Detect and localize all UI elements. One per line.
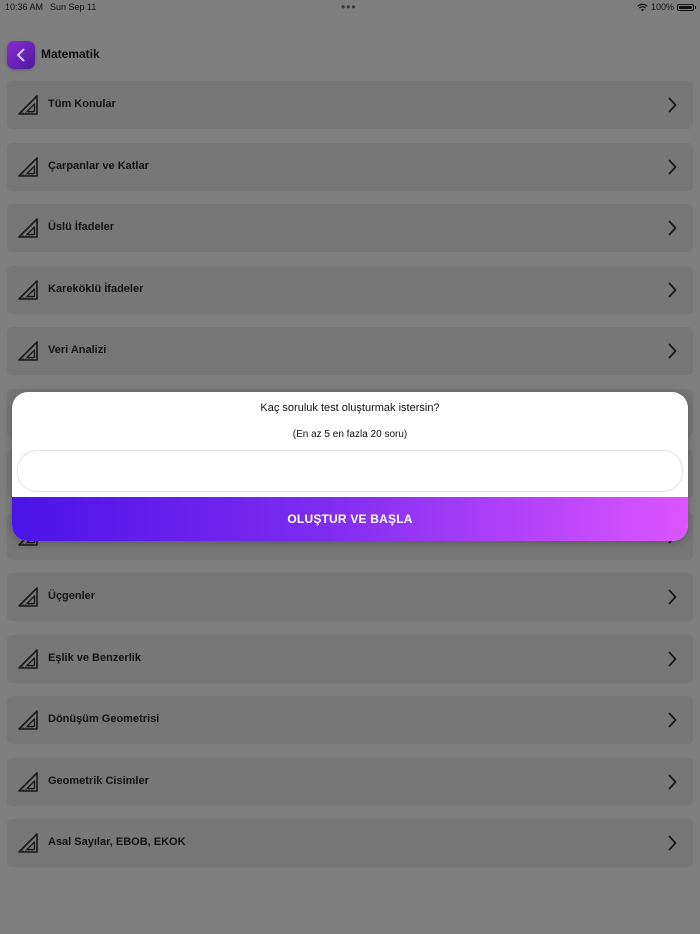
page-title: Matematik: [41, 47, 100, 61]
topic-label: Veri Analizi: [48, 344, 107, 356]
topic-row[interactable]: Üçgenler: [7, 573, 693, 621]
topic-row[interactable]: Üslü İfadeler: [7, 204, 693, 252]
dialog-hint: (En az 5 en fazla 20 soru): [292, 429, 408, 440]
topic-row[interactable]: Dönüşüm Geometrisi: [7, 696, 693, 744]
topic-label: Tüm Konular: [48, 98, 116, 110]
set-square-icon: [18, 156, 38, 177]
status-time: 10:36 AM: [5, 2, 44, 12]
set-square-icon: [18, 95, 38, 115]
chevron-right-icon: [668, 97, 677, 113]
set-square-icon: [18, 341, 38, 361]
set-square-icon: [18, 279, 38, 300]
question-count-input[interactable]: [17, 450, 683, 492]
set-square-icon: [18, 648, 38, 669]
status-bar: 10:36 AM Sun Sep 11 ••• 100%: [0, 0, 700, 16]
question-count-dialog: Kaç soruluk test oluşturmak istersin? (E…: [12, 392, 688, 541]
topic-row[interactable]: Asal Sayılar, EBOB, EKOK: [7, 819, 693, 867]
topic-label: Dönüşüm Geometrisi: [48, 713, 160, 725]
back-button[interactable]: [7, 41, 35, 69]
dialog-question: Kaç soruluk test oluşturmak istersin?: [260, 402, 440, 414]
wifi-icon: [637, 3, 648, 11]
topic-row[interactable]: Çarpanlar ve Katlar: [7, 142, 693, 191]
set-square-icon: [18, 833, 38, 853]
chevron-right-icon: [668, 282, 677, 297]
topic-row[interactable]: Eşlik ve Benzerlik: [7, 634, 693, 683]
topic-label: Asal Sayılar, EBOB, EKOK: [48, 836, 186, 848]
chevron-right-icon: [668, 589, 677, 605]
chevron-left-icon: [17, 48, 25, 62]
topic-label: Üçgenler: [48, 590, 96, 602]
status-indicators: 100%: [637, 2, 696, 12]
chevron-right-icon: [668, 835, 677, 851]
topic-row[interactable]: Geometrik Cisimler: [7, 757, 693, 806]
multitasking-dots-icon[interactable]: •••: [341, 0, 357, 14]
topic-row[interactable]: Kareköklü İfadeler: [7, 265, 693, 314]
topic-label: Kareköklü İfadeler: [48, 282, 144, 295]
chevron-right-icon: [668, 159, 677, 174]
topic-row[interactable]: Veri Analizi: [7, 327, 693, 375]
topic-label: Eşlik ve Benzerlik: [48, 651, 141, 664]
topic-label: Çarpanlar ve Katlar: [48, 159, 149, 172]
set-square-icon: [18, 710, 38, 730]
chevron-right-icon: [668, 220, 677, 236]
battery-percent: 100%: [650, 2, 674, 12]
battery-icon: [677, 3, 696, 11]
chevron-right-icon: [668, 712, 677, 728]
chevron-right-icon: [668, 774, 677, 789]
chevron-right-icon: [668, 343, 677, 359]
chevron-right-icon: [668, 651, 677, 666]
set-square-icon: [18, 771, 38, 792]
set-square-icon: [18, 218, 38, 238]
status-date: Sun Sep 11: [50, 2, 97, 12]
topic-label: Üslü İfadeler: [48, 221, 115, 233]
topic-row[interactable]: Tüm Konular: [7, 81, 693, 129]
topic-label: Geometrik Cisimler: [48, 774, 149, 787]
set-square-icon: [18, 587, 38, 607]
create-and-start-button[interactable]: OLUŞTUR VE BAŞLA: [12, 497, 688, 541]
